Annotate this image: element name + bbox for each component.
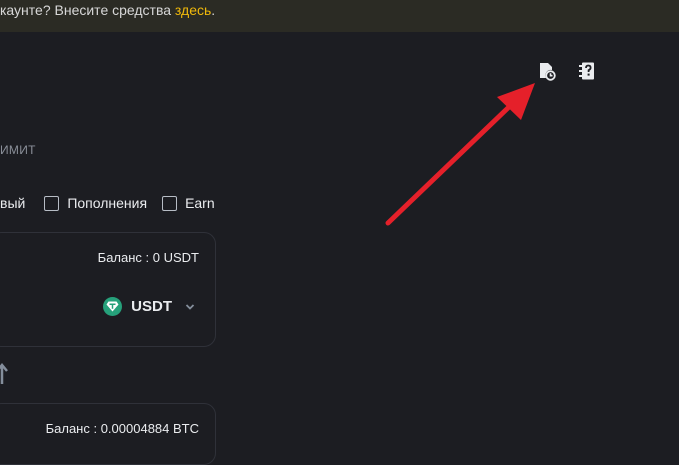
chevron-down-icon: [185, 303, 195, 310]
from-coin-select[interactable]: USDT: [103, 297, 195, 316]
order-history-icon[interactable]: [537, 61, 557, 81]
from-coin-name: USDT: [131, 298, 172, 315]
from-balance: Баланс : 0 USDT: [97, 250, 199, 265]
banner-text: каунте? Внесите средства здесь.: [0, 2, 215, 18]
usdt-logo-icon: [103, 297, 123, 316]
limit-tab-label[interactable]: ИМИТ: [0, 143, 36, 157]
help-icon[interactable]: [577, 61, 597, 81]
filter-deposits[interactable]: Пополнения: [44, 195, 147, 211]
earn-checkbox[interactable]: [162, 195, 178, 211]
switch-arrow-icon[interactable]: [0, 363, 8, 385]
from-card: Баланс : 0 USDT USDT: [0, 232, 216, 347]
deposit-link[interactable]: здесь: [175, 2, 211, 18]
history-filters: вый Пополнения Earn: [0, 193, 230, 213]
deposits-checkbox[interactable]: [44, 195, 60, 211]
to-balance: Баланс : 0.00004884 BTC: [45, 421, 199, 436]
filter-partial-label[interactable]: вый: [0, 195, 25, 211]
banner-suffix: .: [211, 2, 216, 18]
to-card: Баланс : 0.00004884 BTC: [0, 403, 216, 465]
banner-message: каунте? Внесите средства: [0, 2, 175, 18]
deposit-banner: каунте? Внесите средства здесь.: [0, 0, 679, 32]
deposits-label: Пополнения: [67, 195, 148, 211]
filter-earn[interactable]: Earn: [162, 195, 215, 211]
earn-label: Earn: [185, 195, 215, 211]
